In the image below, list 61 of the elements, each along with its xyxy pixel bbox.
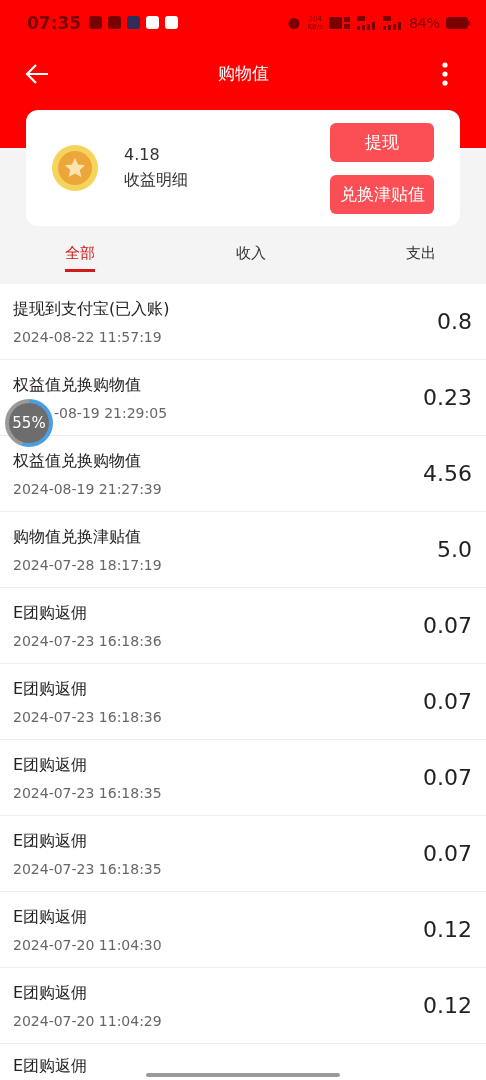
tab[interactable]: 支出 bbox=[406, 238, 436, 272]
app-icon bbox=[89, 16, 103, 29]
record-title: E团购返佣 bbox=[13, 906, 89, 928]
record-time: 2024-07-20 11:04:30 bbox=[13, 936, 162, 953]
tab[interactable]: 全部 bbox=[65, 238, 95, 272]
record-amount: 0.07 bbox=[423, 613, 472, 638]
record-time: 2024-07-23 16:18:36 bbox=[13, 708, 162, 725]
memory-percent: 55% bbox=[12, 414, 46, 432]
record-amount: 0.07 bbox=[423, 689, 472, 714]
record-amount: 0.07 bbox=[423, 765, 472, 790]
record-amount: 5.0 bbox=[437, 537, 472, 562]
record-row[interactable]: E团购返佣 bbox=[0, 1044, 486, 1080]
status-time: 07:35 bbox=[27, 12, 82, 33]
record-amount: 0.8 bbox=[437, 309, 472, 334]
record-row[interactable]: E团购返佣 2024-07-23 16:18:35 0.07 bbox=[0, 816, 486, 892]
battery-percent: 84% bbox=[408, 14, 440, 31]
record-time: -08-19 21:29:05 bbox=[53, 404, 168, 421]
record-row[interactable]: E团购返佣 2024-07-23 16:18:36 0.07 bbox=[0, 664, 486, 740]
more-menu-icon[interactable] bbox=[442, 61, 448, 86]
app-icon bbox=[165, 16, 179, 29]
alarm-icon bbox=[287, 15, 302, 30]
record-amount: 0.12 bbox=[423, 917, 472, 942]
earnings-detail-label: 收益明细 bbox=[124, 170, 189, 191]
record-row[interactable]: E团购返佣 2024-07-20 11:04:29 0.12 bbox=[0, 968, 486, 1044]
record-title: 权益值兑换购物值 bbox=[13, 450, 142, 472]
back-arrow-icon[interactable] bbox=[25, 63, 49, 84]
record-time: 2024-07-23 16:18:35 bbox=[13, 860, 162, 877]
record-title: E团购返佣 bbox=[13, 754, 89, 776]
app-icon bbox=[146, 16, 160, 29]
record-time: 2024-07-23 16:18:36 bbox=[13, 632, 162, 649]
record-row[interactable]: 购物值兑换津贴值 2024-07-28 18:17:19 5.0 bbox=[0, 512, 486, 588]
record-title: 提现到支付宝(已入账) bbox=[13, 298, 170, 320]
record-time: 2024-07-23 16:18:35 bbox=[13, 784, 162, 801]
record-row[interactable]: 提现到支付宝(已入账) 2024-08-22 11:57:19 0.8 bbox=[0, 284, 486, 360]
record-row[interactable]: E团购返佣 2024-07-20 11:04:30 0.12 bbox=[0, 892, 486, 968]
record-title: E团购返佣 bbox=[13, 1056, 88, 1077]
signal-icon bbox=[356, 15, 377, 30]
record-amount: 0.12 bbox=[423, 993, 472, 1018]
record-amount: 4.56 bbox=[423, 461, 472, 486]
balance-amount: 4.18 bbox=[124, 145, 161, 164]
app-icon bbox=[108, 16, 122, 29]
record-amount: 0.07 bbox=[423, 841, 472, 866]
record-title: E团购返佣 bbox=[13, 830, 89, 852]
signal-icon bbox=[382, 15, 403, 30]
record-title: 权益值兑换购物值 bbox=[13, 374, 142, 396]
tab[interactable]: 收入 bbox=[235, 238, 266, 272]
record-time: 2024-07-20 11:04:29 bbox=[13, 1012, 162, 1029]
record-title: 购物值兑换津贴值 bbox=[13, 526, 142, 548]
record-row[interactable]: E团购返佣 2024-07-23 16:18:35 0.07 bbox=[0, 740, 486, 816]
record-time: 2024-07-28 18:17:19 bbox=[13, 556, 162, 573]
record-title: E团购返佣 bbox=[13, 982, 89, 1004]
record-title: E团购返佣 bbox=[13, 678, 89, 700]
record-time: 2024-08-19 21:27:39 bbox=[13, 480, 162, 497]
record-time: 2024-08-22 11:57:19 bbox=[13, 328, 163, 345]
record-amount: 0.23 bbox=[423, 385, 472, 410]
hd-icon bbox=[328, 15, 351, 30]
app-icon bbox=[127, 16, 141, 29]
page-title: 购物值 bbox=[217, 62, 269, 85]
battery-icon bbox=[446, 16, 470, 29]
record-row[interactable]: E团购返佣 2024-07-23 16:18:36 0.07 bbox=[0, 588, 486, 664]
record-title: E团购返佣 bbox=[13, 602, 89, 624]
